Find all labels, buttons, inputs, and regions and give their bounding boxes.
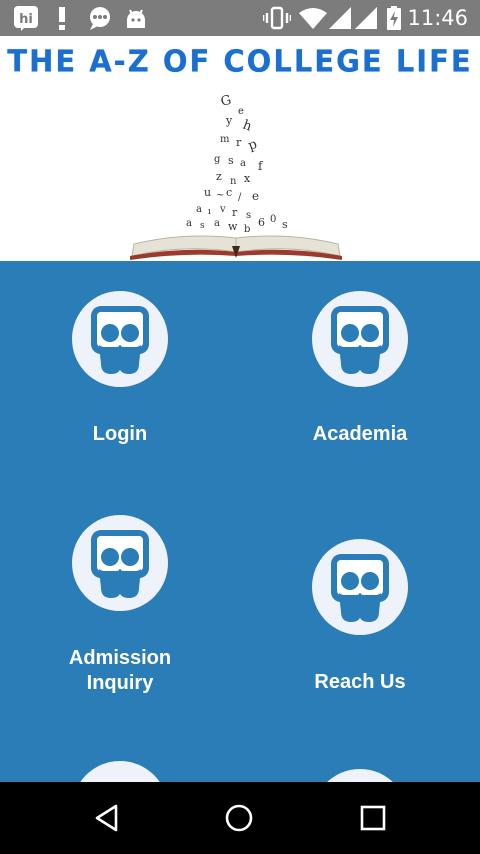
- svg-text:a: a: [196, 204, 202, 215]
- svg-text:/: /: [238, 192, 242, 203]
- svg-text:a: a: [240, 158, 246, 169]
- svg-text:s: s: [228, 154, 234, 167]
- signal-icon: [354, 0, 378, 36]
- slideshare-icon: [312, 539, 408, 635]
- svg-text:m: m: [220, 134, 230, 145]
- svg-text:r: r: [232, 206, 238, 219]
- slideshare-icon: [312, 291, 408, 387]
- svg-text:e: e: [252, 189, 259, 203]
- reach-us-label: Reach Us: [314, 671, 406, 693]
- open-book-illustration: G e y h m r p g s a f z n x u ~ c / e a …: [130, 93, 342, 260]
- status-time: 11:46: [407, 6, 468, 30]
- hike-icon: hi: [12, 0, 40, 36]
- menu-grid: Login Academia Admission Inquiry Reach U…: [0, 261, 480, 782]
- svg-text:s: s: [200, 221, 205, 231]
- alert-icon: [52, 0, 72, 36]
- vibrate-icon: [262, 0, 292, 36]
- slideshare-icon: [312, 769, 408, 782]
- battery-charging-icon: [384, 0, 404, 36]
- svg-text:z: z: [216, 170, 222, 183]
- svg-text:f: f: [258, 159, 264, 173]
- status-bar: hi 11:46: [0, 0, 480, 36]
- app-banner: THE A-Z OF COLLEGE LIFE G e y h m r p g …: [0, 36, 480, 261]
- svg-text:c: c: [226, 186, 232, 199]
- hike-badge-text: hi: [19, 12, 33, 27]
- svg-text:b: b: [244, 224, 250, 235]
- wifi-icon: [298, 0, 328, 36]
- partial-tile[interactable]: [0, 761, 240, 782]
- svg-text:p: p: [246, 137, 259, 154]
- app-title: THE A-Z OF COLLEGE LIFE: [7, 43, 473, 79]
- svg-text:ı: ı: [208, 207, 211, 217]
- slideshare-icon: [72, 515, 168, 611]
- svg-text:e: e: [238, 106, 244, 117]
- admission-inquiry-tile[interactable]: Admission Inquiry: [0, 515, 240, 696]
- reach-us-tile[interactable]: Reach Us: [240, 539, 480, 695]
- svg-text:v: v: [219, 204, 226, 215]
- admission-inquiry-label: Admission Inquiry: [68, 647, 172, 694]
- svg-text:y: y: [225, 114, 233, 127]
- academia-label: Academia: [312, 423, 408, 445]
- svg-text:h: h: [241, 118, 255, 135]
- svg-text:u: u: [204, 186, 211, 199]
- svg-text:s: s: [246, 210, 251, 221]
- login-label: Login: [92, 423, 148, 445]
- partial-tile[interactable]: [240, 769, 480, 782]
- android-debug-icon: [122, 0, 150, 36]
- svg-text:a: a: [186, 218, 192, 229]
- slideshare-icon: [72, 761, 168, 782]
- home-icon[interactable]: [199, 782, 279, 854]
- svg-text:G: G: [219, 93, 233, 110]
- svg-text:g: g: [214, 154, 221, 165]
- slideshare-icon: [72, 291, 168, 387]
- svg-text:~: ~: [216, 190, 224, 201]
- svg-text:a: a: [214, 218, 220, 229]
- svg-text:x: x: [244, 172, 251, 185]
- svg-text:6: 6: [258, 216, 265, 229]
- academia-tile[interactable]: Academia: [240, 291, 480, 447]
- svg-text:s: s: [282, 218, 288, 231]
- svg-text:w: w: [228, 220, 238, 233]
- svg-text:0: 0: [270, 214, 276, 225]
- navigation-bar: [0, 782, 480, 854]
- login-tile[interactable]: Login: [0, 291, 240, 447]
- recents-icon[interactable]: [333, 782, 413, 854]
- back-icon[interactable]: [67, 782, 147, 854]
- signal-icon: [328, 0, 352, 36]
- svg-text:r: r: [236, 136, 242, 149]
- chat-icon: [86, 0, 114, 36]
